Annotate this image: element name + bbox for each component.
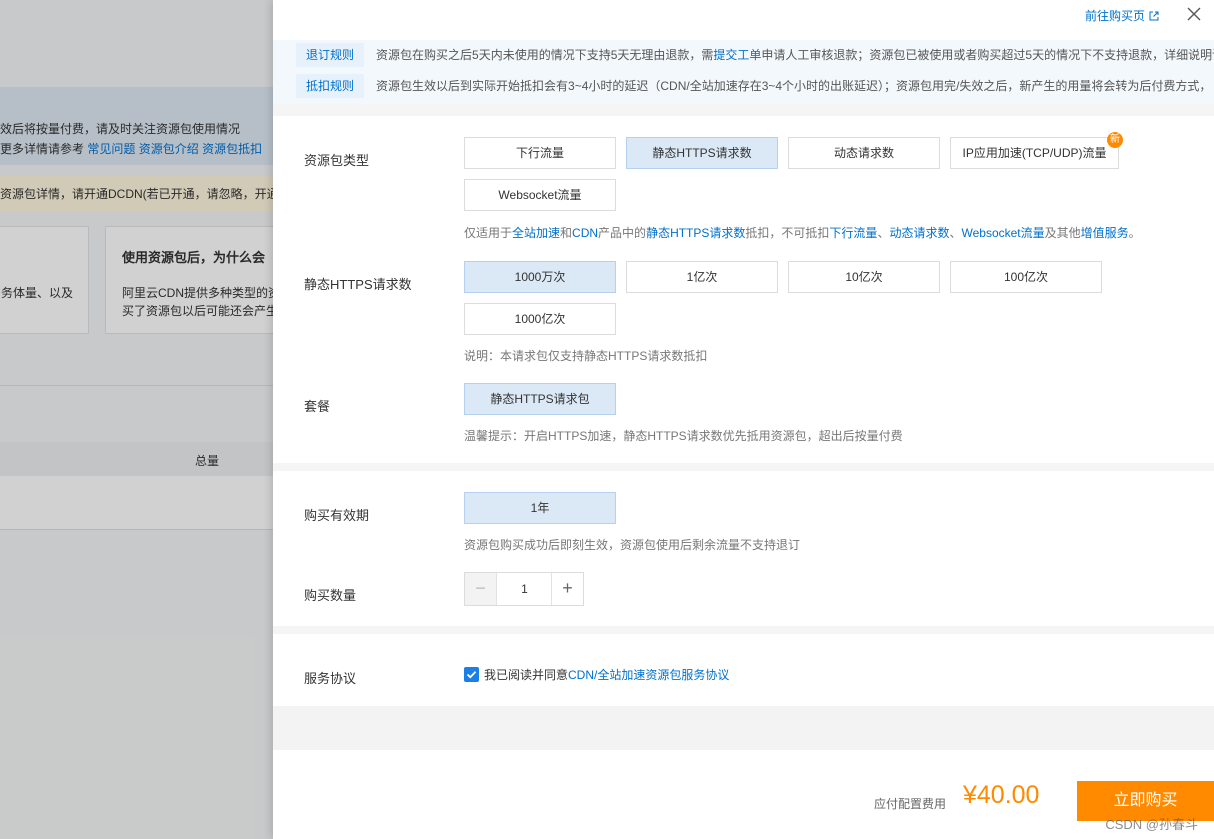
close-icon[interactable] (1184, 4, 1204, 24)
option-100b[interactable]: 1000亿次 (464, 303, 616, 335)
validity-hint: 资源包购买成功后即刻生效，资源包使用后剩余流量不支持退订 (464, 538, 801, 552)
section-gap (273, 626, 1214, 634)
watermark: CSDN @孙春斗 (1105, 817, 1198, 832)
option-10b[interactable]: 100亿次 (950, 261, 1102, 293)
agreement-checkbox[interactable] (464, 667, 479, 682)
hint-link-https[interactable]: 静态HTTPS请求数 (646, 226, 745, 240)
section-gap (273, 104, 1214, 116)
goto-purchase-label: 前往购买页 (1084, 9, 1145, 23)
option-static-https-requests[interactable]: 静态HTTPS请求数 (626, 137, 778, 169)
section-gap (273, 706, 1214, 750)
hint-link-cdn[interactable]: CDN (572, 226, 598, 240)
plan-hint: 温馨提示：开启HTTPS加速，静态HTTPS请求数优先抵用资源包，超出后按量付费 (464, 429, 903, 443)
quantity-decrement-button[interactable]: − (465, 573, 497, 605)
option-1-year[interactable]: 1年 (464, 492, 616, 524)
deduct-rule-text: 资源包生效以后到实际开始抵扣会有3~4小时的延迟（CDN/全站加速存在3~4个小… (376, 79, 1212, 93)
purchase-drawer: 前往购买页 退订规则 资源包在购买之后5天内未使用的情况下支持5天无理由退款，需提… (273, 0, 1214, 839)
plan-label: 套餐 (304, 399, 331, 414)
hint-text: 及其他 (1044, 226, 1081, 240)
option-ip-acceleration[interactable]: IP应用加速(TCP/UDP)流量 新 (950, 132, 1123, 169)
quantity-increment-button[interactable]: + (551, 573, 583, 605)
hint-text: 、 (949, 226, 962, 240)
rules-panel: 退订规则 资源包在购买之后5天内未使用的情况下支持5天无理由退款，需提交工单申请人… (273, 40, 1214, 104)
option-websocket-traffic[interactable]: Websocket流量 (464, 179, 616, 211)
refund-rule-text: 资源包在购买之后5天内未使用的情况下支持5天无理由退款，需提交工单申请人工审核退… (376, 43, 1214, 67)
agreement-row: 我已阅读并同意CDN/全站加速资源包服务协议 (464, 666, 729, 683)
hint-link-dynamic[interactable]: 动态请求数 (889, 226, 949, 240)
agreement-link[interactable]: CDN/全站加速资源包服务协议 (568, 668, 729, 682)
package-type-hint: 仅适用于全站加速和CDN产品中的静态HTTPS请求数抵扣，不可抵扣下行流量、动态… (464, 224, 1141, 241)
section-gap (273, 463, 1214, 471)
fee-label: 应付配置费用 (874, 797, 947, 811)
hint-text: 、 (877, 226, 890, 240)
agreement-label: 服务协议 (304, 671, 357, 686)
submit-ticket-link[interactable]: 提交工单 (713, 48, 761, 62)
quantity-input[interactable] (498, 573, 551, 605)
hint-text: 仅适用于 (464, 226, 513, 240)
refund-rule-text-b: 申请人工审核退款；资源包已被使用或者购买超过5天的情况下不支持退款，详细说明请 (761, 48, 1214, 62)
external-link-icon (1149, 11, 1159, 21)
refund-rule-text-a: 资源包在购买之后5天内未使用的情况下支持5天无理由退款，需 (376, 48, 714, 62)
agreement-text: 我已阅读并同意 (484, 668, 569, 682)
option-downstream-traffic[interactable]: 下行流量 (464, 137, 616, 169)
goto-purchase-page-link[interactable]: 前往购买页 (1085, 7, 1159, 24)
hint-text: 产品中的 (598, 226, 647, 240)
https-count-label: 静态HTTPS请求数 (304, 277, 412, 292)
purchase-footer: 应付配置费用 ¥40.00 立即购买 (273, 750, 1214, 839)
quantity-stepper: − + (464, 572, 584, 606)
refund-rule-row: 退订规则 资源包在购买之后5天内未使用的情况下支持5天无理由退款，需提交工单申请人… (296, 43, 1214, 67)
fee-price: ¥40.00 (963, 781, 1040, 809)
hint-link-websocket[interactable]: Websocket流量 (961, 226, 1044, 240)
option-100m[interactable]: 1亿次 (626, 261, 778, 293)
deduct-rule-row: 抵扣规则 资源包生效以后到实际开始抵扣会有3~4小时的延迟（CDN/全站加速存在3… (296, 74, 1211, 98)
new-badge: 新 (1107, 132, 1123, 148)
option-https-package[interactable]: 静态HTTPS请求包 (464, 383, 616, 415)
option-ip-acceleration-label: IP应用加速(TCP/UDP)流量 (962, 146, 1107, 160)
quantity-label: 购买数量 (304, 588, 357, 603)
deduct-rule-tag: 抵扣规则 (296, 74, 365, 98)
option-dynamic-requests[interactable]: 动态请求数 (788, 137, 940, 169)
hint-link-dcdn[interactable]: 全站加速 (512, 226, 560, 240)
validity-label: 购买有效期 (304, 508, 370, 523)
https-count-hint: 说明：本请求包仅支持静态HTTPS请求数抵扣 (464, 349, 708, 363)
option-1b[interactable]: 10亿次 (788, 261, 940, 293)
option-10m[interactable]: 1000万次 (464, 261, 616, 293)
package-type-label: 资源包类型 (304, 153, 370, 168)
checkmark-icon (466, 671, 477, 679)
hint-link-value-added[interactable]: 增值服务 (1081, 226, 1129, 240)
hint-text: 。 (1128, 226, 1141, 240)
refund-rule-tag: 退订规则 (296, 43, 365, 67)
hint-link-traffic[interactable]: 下行流量 (829, 226, 877, 240)
hint-text: 和 (560, 226, 573, 240)
hint-text: 抵扣，不可抵扣 (745, 226, 830, 240)
